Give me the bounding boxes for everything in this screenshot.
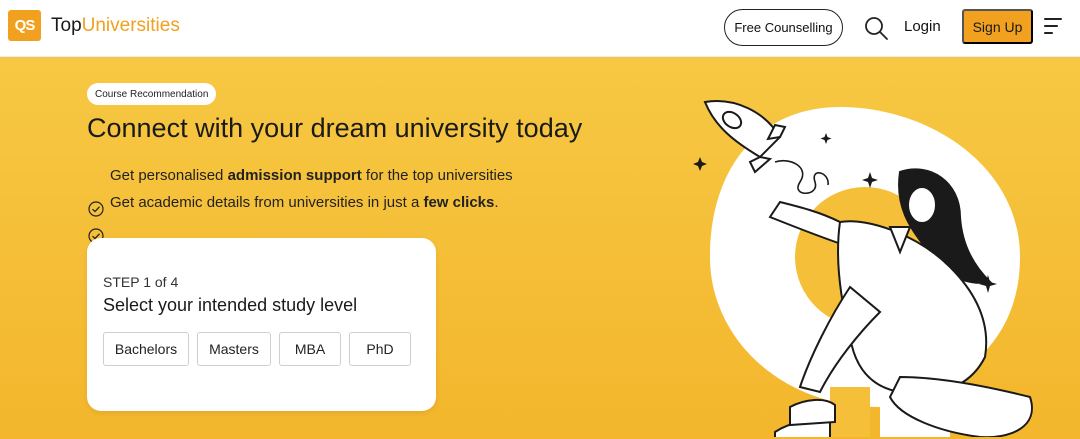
woman-launching-rocket-illustration xyxy=(690,87,1070,439)
benefit-item-few-clicks: Get academic details from universities i… xyxy=(110,194,499,211)
top-navigation-bar: QS TopUniversities Free Counselling Logi… xyxy=(0,0,1080,57)
hamburger-menu-icon[interactable] xyxy=(1044,16,1066,38)
step-indicator: STEP 1 of 4 xyxy=(103,274,179,290)
benefit-text-bold: admission support xyxy=(227,167,362,184)
benefit-text: for the top universities xyxy=(361,167,513,184)
card-title: Select your intended study level xyxy=(103,295,358,315)
study-level-selector-card: STEP 1 of 4 Select your intended study l… xyxy=(87,238,436,411)
hero-section: Course Recommendation Connect with your … xyxy=(0,57,1080,439)
logo-text-prefix: Top xyxy=(51,14,82,36)
benefit-text-bold: few clicks xyxy=(423,194,495,211)
course-recommendation-badge: Course Recommendation xyxy=(87,83,217,105)
logo-text-accent: Universities xyxy=(81,14,180,36)
option-bachelors-button[interactable]: Bachelors xyxy=(103,332,189,366)
benefit-item-admission-support: Get personalised admission support for t… xyxy=(110,167,513,184)
benefit-text: Get academic details from universities i… xyxy=(110,194,424,211)
login-link[interactable]: Login xyxy=(904,18,941,35)
free-counselling-button[interactable]: Free Counselling xyxy=(724,9,843,46)
option-mba-button[interactable]: MBA xyxy=(279,332,341,366)
option-phd-button[interactable]: PhD xyxy=(349,332,411,366)
logo-wordmark: TopUniversities xyxy=(51,15,180,37)
sign-up-button[interactable]: Sign Up xyxy=(962,9,1033,44)
hero-headline: Connect with your dream university today xyxy=(87,113,583,143)
qs-logo-mark: QS xyxy=(8,10,41,41)
topuniversities-logo[interactable]: QS TopUniversities xyxy=(8,10,180,41)
search-icon[interactable] xyxy=(862,14,890,42)
option-masters-button[interactable]: Masters xyxy=(197,332,271,366)
check-circle-icon xyxy=(88,201,104,217)
benefit-text: Get personalised xyxy=(110,167,228,184)
benefit-text: . xyxy=(494,194,499,211)
